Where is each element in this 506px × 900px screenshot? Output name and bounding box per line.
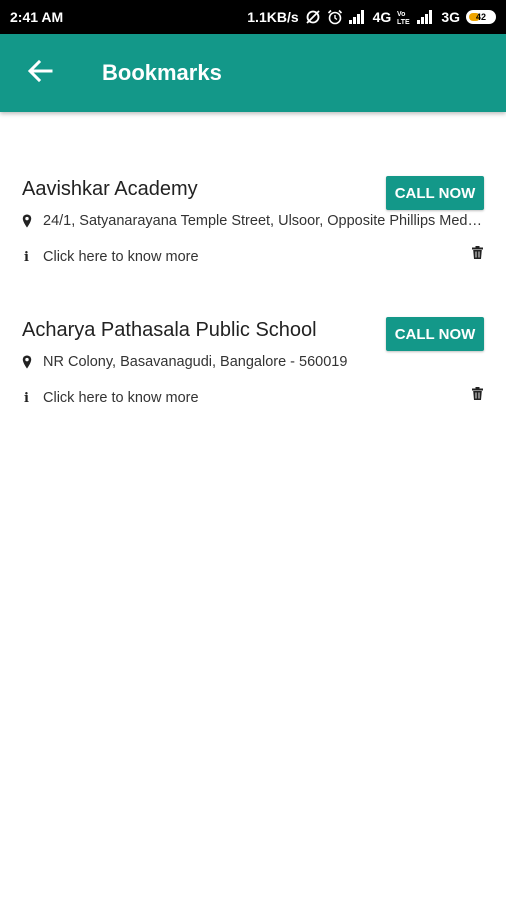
status-time: 2:41 AM [10,9,64,25]
delete-bookmark-button[interactable] [470,246,484,264]
location-pin-icon [22,214,40,228]
page-title: Bookmarks [102,60,222,85]
back-button[interactable] [0,34,80,112]
trash-icon [471,246,483,264]
delete-bookmark-button[interactable] [470,387,484,405]
arrow-back-icon [27,59,53,88]
network-speed: 1.1KB/s [247,9,299,25]
battery-icon: 42 [466,10,496,24]
school-name: Acharya Pathasala Public School [22,319,317,341]
call-now-button[interactable]: CALL NOW [386,176,484,210]
know-more-label: Click here to know more [43,390,199,406]
know-more-label: Click here to know more [43,249,199,265]
status-bar: 2:41 AM 1.1KB/s 4G Vo LTE 3G 42 [0,0,506,34]
location-pin-icon [22,355,40,369]
signal-icon [348,10,367,24]
address-text: NR Colony, Basavanagudi, Bangalore - 560… [43,354,348,370]
info-icon: i [24,249,29,265]
signal-icon [417,10,435,24]
list-item: Acharya Pathasala Public School CALL NOW… [0,317,506,460]
address-text: 24/1, Satyanarayana Temple Street, Ulsoo… [43,213,483,229]
svg-text:LTE: LTE [397,19,410,25]
svg-text:Vo: Vo [397,11,405,18]
know-more-link[interactable]: i Click here to know more [22,249,199,265]
sim2-network-type: 3G [441,9,460,25]
status-icons: 1.1KB/s 4G Vo LTE 3G 42 [247,9,496,25]
app-bar: Bookmarks [0,34,506,112]
volte-icon: Vo LTE [397,9,411,25]
school-name: Aavishkar Academy [22,178,198,200]
sync-off-icon [305,9,321,25]
list-item: Aavishkar Academy CALL NOW 24/1, Satyana… [0,176,506,319]
sim1-network-type: 4G [372,9,392,25]
know-more-link[interactable]: i Click here to know more [22,390,199,406]
battery-level: 42 [475,12,486,22]
alarm-icon [327,9,343,25]
call-now-button[interactable]: CALL NOW [386,317,484,351]
info-icon: i [24,390,29,406]
address-row: 24/1, Satyanarayana Temple Street, Ulsoo… [22,213,484,229]
bookmark-list: Aavishkar Academy CALL NOW 24/1, Satyana… [0,112,506,460]
address-row: NR Colony, Basavanagudi, Bangalore - 560… [22,354,484,370]
trash-icon [471,387,483,405]
